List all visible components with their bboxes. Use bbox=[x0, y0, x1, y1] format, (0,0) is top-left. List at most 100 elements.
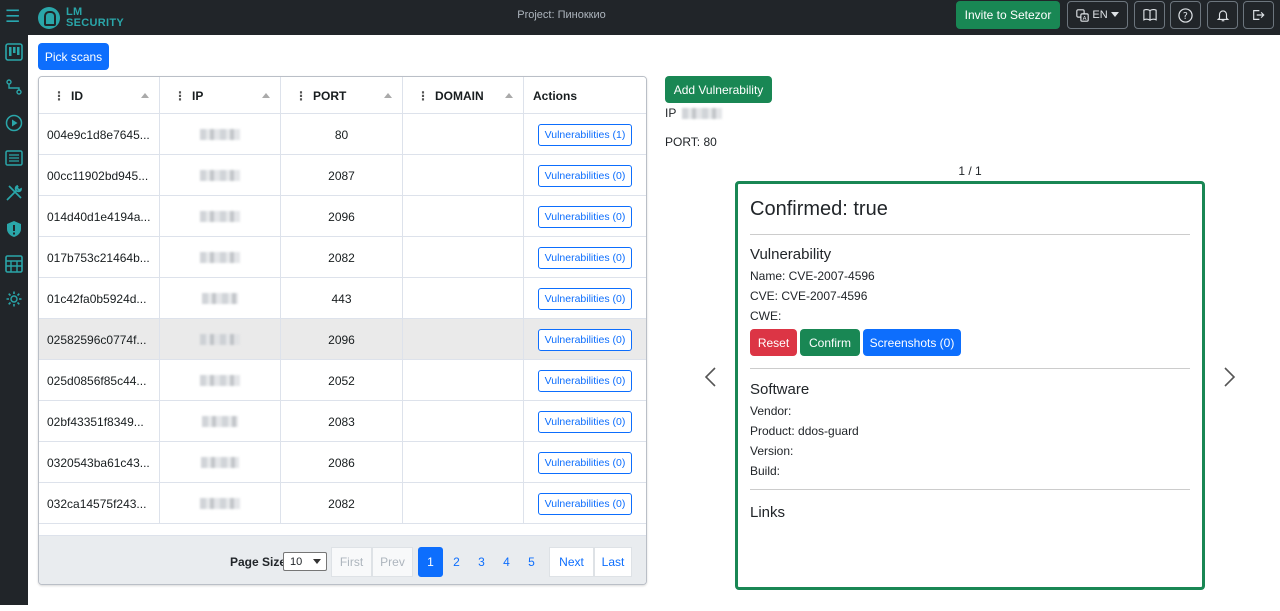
ip-redacted bbox=[200, 170, 240, 181]
vulnerabilities-button[interactable]: Vulnerabilities (0) bbox=[537, 164, 633, 187]
network-icon[interactable] bbox=[3, 76, 25, 98]
ip-label: IP bbox=[665, 106, 677, 120]
table-row[interactable]: 02bf43351f8349... 2083 Vulnerabilities (0) bbox=[39, 401, 646, 442]
cell-id: 02582596c0774f... bbox=[39, 319, 160, 360]
cell-actions: Vulnerabilities (0) bbox=[524, 196, 646, 237]
vulnerabilities-button[interactable]: Vulnerabilities (0) bbox=[537, 287, 633, 310]
cell-port: 2082 bbox=[281, 237, 403, 278]
page-button-4[interactable]: 4 bbox=[494, 547, 519, 577]
column-menu-icon[interactable]: ⋮ bbox=[295, 89, 307, 103]
ip-redacted bbox=[200, 375, 240, 386]
notifications-button[interactable] bbox=[1207, 1, 1238, 29]
table-row[interactable]: 014d40d1e4194a... 2096 Vulnerabilities (0) bbox=[39, 196, 646, 237]
confirm-button[interactable]: Confirm bbox=[800, 329, 860, 356]
ip-redacted bbox=[200, 334, 240, 345]
chevron-left-icon[interactable] bbox=[703, 366, 719, 388]
cell-domain bbox=[403, 442, 524, 483]
table-row[interactable]: 017b753c21464b... 2082 Vulnerabilities (0) bbox=[39, 237, 646, 278]
cell-id: 00cc11902bd945... bbox=[39, 155, 160, 196]
software-build: Build: bbox=[750, 464, 781, 478]
page-button-1[interactable]: 1 bbox=[418, 547, 443, 577]
column-header-id[interactable]: ⋮ ID bbox=[39, 77, 160, 114]
logout-button[interactable] bbox=[1243, 1, 1274, 29]
cell-port: 2052 bbox=[281, 360, 403, 401]
table-row[interactable]: 00cc11902bd945... 2087 Vulnerabilities (0) bbox=[39, 155, 646, 196]
page-size-select[interactable]: 10 bbox=[283, 552, 327, 571]
sort-icon[interactable] bbox=[384, 93, 392, 98]
cell-ip bbox=[160, 278, 281, 319]
column-header-ip[interactable]: ⋮ IP bbox=[160, 77, 281, 114]
column-menu-icon[interactable]: ⋮ bbox=[53, 89, 65, 103]
vulnerabilities-button[interactable]: Vulnerabilities (1) bbox=[537, 123, 633, 146]
ports-grid: ⋮ ID ⋮ IP ⋮ PORT ⋮ DOMAIN Actions 004e9c1d8e… bbox=[38, 76, 647, 585]
help-button[interactable]: ? bbox=[1170, 1, 1201, 29]
sort-icon[interactable] bbox=[505, 93, 513, 98]
table-row[interactable]: 02582596c0774f... 2096 Vulnerabilities (0) bbox=[39, 319, 646, 360]
table-row[interactable]: 0320543ba61c43... 2086 Vulnerabilities (0) bbox=[39, 442, 646, 483]
vulnerabilities-button[interactable]: Vulnerabilities (0) bbox=[537, 246, 633, 269]
sort-icon[interactable] bbox=[141, 93, 149, 98]
sidebar bbox=[0, 35, 28, 611]
vulnerabilities-button[interactable]: Vulnerabilities (0) bbox=[537, 369, 633, 392]
cell-id: 01c42fa0b5924d... bbox=[39, 278, 160, 319]
board-icon[interactable] bbox=[3, 41, 25, 63]
vulnerabilities-button[interactable]: Vulnerabilities (0) bbox=[537, 328, 633, 351]
next-page-button[interactable]: Next bbox=[549, 547, 594, 577]
invite-button[interactable]: Invite to Setezor bbox=[956, 1, 1060, 29]
reset-button[interactable]: Reset bbox=[750, 329, 797, 356]
first-page-button[interactable]: First bbox=[331, 547, 372, 577]
tools-icon[interactable] bbox=[3, 182, 25, 204]
cell-ip bbox=[160, 442, 281, 483]
cell-id: 0320543ba61c43... bbox=[39, 442, 160, 483]
table-row[interactable]: 025d0856f85c44... 2052 Vulnerabilities (0) bbox=[39, 360, 646, 401]
bell-icon bbox=[1216, 9, 1229, 21]
cell-actions: Vulnerabilities (0) bbox=[524, 278, 646, 319]
cell-actions: Vulnerabilities (0) bbox=[524, 155, 646, 196]
screenshots-button[interactable]: Screenshots (0) bbox=[863, 329, 961, 356]
prev-page-button[interactable]: Prev bbox=[372, 547, 413, 577]
pick-scans-button[interactable]: Pick scans bbox=[38, 43, 109, 70]
cell-id: 02bf43351f8349... bbox=[39, 401, 160, 442]
page-button-5[interactable]: 5 bbox=[519, 547, 544, 577]
play-icon[interactable] bbox=[3, 112, 25, 134]
gear-icon[interactable] bbox=[3, 288, 25, 310]
vulnerabilities-button[interactable]: Vulnerabilities (0) bbox=[537, 492, 633, 515]
last-page-button[interactable]: Last bbox=[594, 547, 632, 577]
list-icon[interactable] bbox=[3, 147, 25, 169]
page-button-2[interactable]: 2 bbox=[444, 547, 469, 577]
carousel-counter: 1 / 1 bbox=[958, 164, 982, 178]
vulnerabilities-button[interactable]: Vulnerabilities (0) bbox=[537, 410, 633, 433]
help-icon: ? bbox=[1178, 7, 1193, 23]
cell-ip bbox=[160, 360, 281, 401]
cell-domain bbox=[403, 483, 524, 524]
cell-id: 032ca14575f243... bbox=[39, 483, 160, 524]
sort-icon[interactable] bbox=[262, 93, 270, 98]
vulnerabilities-button[interactable]: Vulnerabilities (0) bbox=[537, 205, 633, 228]
cell-id: 017b753c21464b... bbox=[39, 237, 160, 278]
shield-icon[interactable] bbox=[3, 218, 25, 240]
cell-ip bbox=[160, 155, 281, 196]
page-size-label: Page Size bbox=[230, 555, 287, 569]
table-row[interactable]: 01c42fa0b5924d... 443 Vulnerabilities (0) bbox=[39, 278, 646, 319]
table-row[interactable]: 032ca14575f243... 2082 Vulnerabilities (0) bbox=[39, 483, 646, 524]
column-menu-icon[interactable]: ⋮ bbox=[174, 89, 186, 103]
vulnerabilities-button[interactable]: Vulnerabilities (0) bbox=[537, 451, 633, 474]
cell-ip bbox=[160, 401, 281, 442]
table-icon[interactable] bbox=[3, 253, 25, 275]
confirmed-status: Confirmed: true bbox=[750, 198, 888, 220]
cell-actions: Vulnerabilities (0) bbox=[524, 483, 646, 524]
cell-domain bbox=[403, 237, 524, 278]
add-vulnerability-button[interactable]: Add Vulnerability bbox=[665, 76, 772, 103]
column-menu-icon[interactable]: ⋮ bbox=[417, 89, 429, 103]
book-icon bbox=[1142, 9, 1157, 21]
language-dropdown[interactable]: A EN bbox=[1067, 1, 1128, 29]
page-button-3[interactable]: 3 bbox=[469, 547, 494, 577]
table-row[interactable]: 004e9c1d8e7645... 80 Vulnerabilities (1) bbox=[39, 114, 646, 155]
column-header-domain[interactable]: ⋮ DOMAIN bbox=[403, 77, 524, 114]
project-title: Project: Пиноккио bbox=[517, 9, 606, 21]
vulnerability-card: Confirmed: true Vulnerability Name: CVE-… bbox=[735, 181, 1205, 590]
chevron-right-icon[interactable] bbox=[1221, 366, 1237, 388]
column-header-port[interactable]: ⋮ PORT bbox=[281, 77, 403, 114]
divider bbox=[750, 234, 1190, 235]
docs-button[interactable] bbox=[1134, 1, 1165, 29]
